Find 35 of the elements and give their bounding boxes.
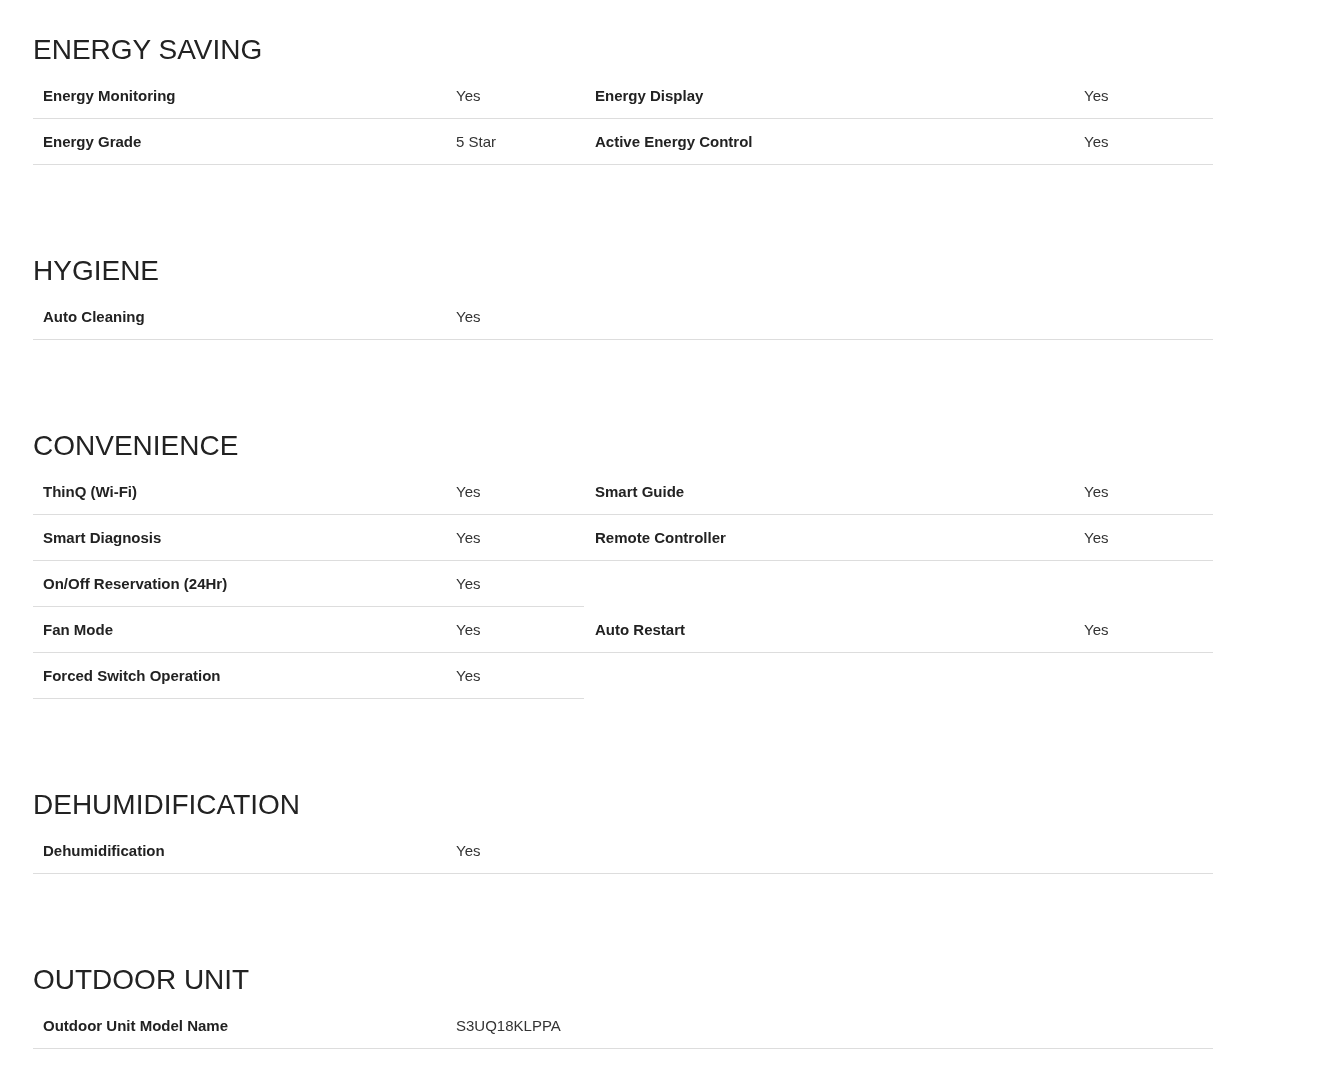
section-title: HYGIENE xyxy=(33,254,161,288)
spec-label: Auto Restart xyxy=(595,621,685,638)
spec-value: Yes xyxy=(1084,133,1109,150)
spec-value: Yes xyxy=(1084,621,1109,638)
spec-value: Yes xyxy=(456,842,481,859)
spec-value: Yes xyxy=(456,308,481,325)
spec-value: 5 Star xyxy=(456,133,497,150)
spec-label: Auto Cleaning xyxy=(43,308,145,325)
spec-label: Outdoor Unit Model Name xyxy=(43,1017,228,1034)
spec-label: Remote Controller xyxy=(595,529,726,546)
spec-label: On/Off Reservation (24Hr) xyxy=(43,575,228,592)
spec-value: Yes xyxy=(1084,483,1109,500)
spec-value: Yes xyxy=(456,483,481,500)
section-title: DEHUMIDIFICATION xyxy=(33,788,302,822)
spec-value: Yes xyxy=(456,621,481,638)
spec-value: Yes xyxy=(1084,529,1109,546)
section-title: ENERGY SAVING xyxy=(33,33,264,67)
spec-value: Yes xyxy=(456,87,481,104)
spec-value: Yes xyxy=(1084,87,1109,104)
spec-label: Forced Switch Operation xyxy=(43,667,221,684)
spec-label: Smart Diagnosis xyxy=(43,529,162,546)
spec-label: Fan Mode xyxy=(43,621,113,638)
spec-label: Dehumidification xyxy=(43,842,165,859)
spec-label: Energy Grade xyxy=(43,133,142,150)
spec-label: Energy Monitoring xyxy=(43,87,176,104)
spec-value: Yes xyxy=(456,575,481,592)
section-title: OUTDOOR UNIT xyxy=(33,963,251,997)
spec-label: ThinQ (Wi-Fi) xyxy=(43,483,137,500)
spec-value: Yes xyxy=(456,667,481,684)
spec-label: Smart Guide xyxy=(595,483,685,500)
spec-value: Yes xyxy=(456,529,481,546)
spec-label: Active Energy Control xyxy=(595,133,753,150)
spec-label: Energy Display xyxy=(595,87,704,104)
section-title: CONVENIENCE xyxy=(33,429,240,463)
spec-value: S3UQ18KLPPA xyxy=(456,1017,561,1034)
